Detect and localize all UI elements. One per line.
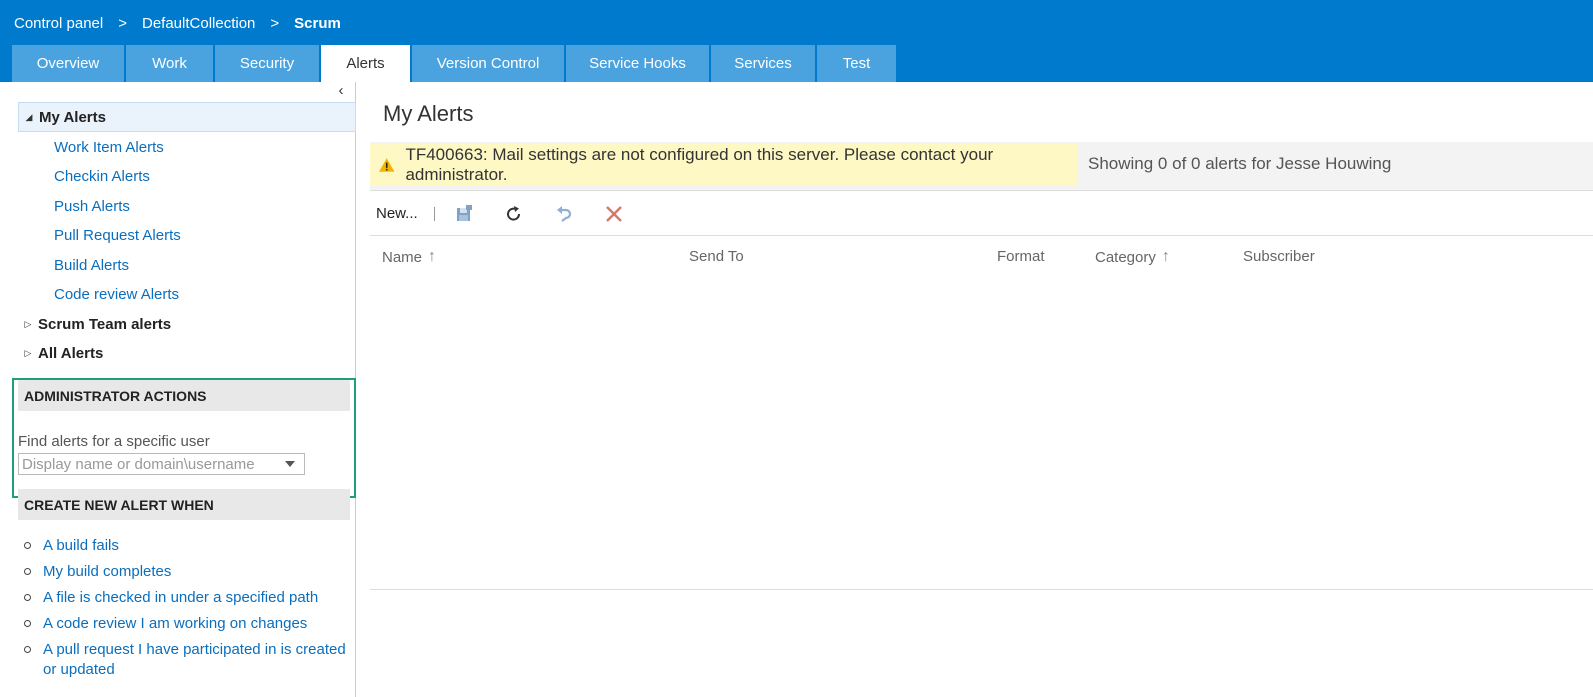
undo-icon[interactable]	[553, 203, 575, 225]
column-name[interactable]: Name ↑	[382, 248, 436, 266]
create-alert-build-completes[interactable]: My build completes	[24, 562, 354, 582]
column-send-to[interactable]: Send To	[689, 248, 744, 265]
tree-node-label: My Alerts	[39, 108, 106, 126]
tree-node-my-alerts[interactable]: ◢ My Alerts	[18, 102, 356, 132]
tab-alerts[interactable]: Alerts	[321, 45, 410, 82]
alerts-count-text: Showing 0 of 0 alerts for Jesse Houwing	[1088, 154, 1392, 173]
create-alert-build-fails[interactable]: A build fails	[24, 536, 354, 556]
expanded-triangle-icon[interactable]: ◢	[19, 112, 39, 123]
collapsed-triangle-icon[interactable]: ▷	[18, 348, 38, 359]
tree-item-build-alerts[interactable]: Build Alerts	[54, 250, 129, 280]
create-alert-code-review-changes[interactable]: A code review I am working on changes	[24, 614, 354, 634]
alerts-grid-body	[370, 276, 1593, 590]
create-alert-pull-request[interactable]: A pull request I have participated in is…	[24, 640, 354, 680]
create-alert-file-checked-in[interactable]: A file is checked in under a specified p…	[24, 588, 354, 608]
tree-item-push-alerts[interactable]: Push Alerts	[54, 191, 130, 221]
main-content: My Alerts TF400663: Mail settings are no…	[357, 82, 1593, 697]
left-pane: ‹ ◢ My Alerts Work Item Alerts Checkin A…	[0, 82, 356, 697]
tree-node-scrum-team-alerts[interactable]: ▷ Scrum Team alerts	[18, 309, 356, 339]
warning-icon	[378, 158, 395, 172]
admin-tabs: Overview Work Security Alerts Version Co…	[12, 45, 898, 82]
alerts-grid-header: Name ↑ Send To Format Category ↑ Subscri…	[370, 236, 1593, 276]
user-search-input[interactable]	[19, 455, 277, 473]
sort-ascending-icon: ↑	[1161, 248, 1170, 265]
column-category[interactable]: Category ↑	[1095, 248, 1170, 266]
tab-test[interactable]: Test	[817, 45, 896, 82]
breadcrumb-separator: >	[270, 14, 280, 32]
column-subscriber[interactable]: Subscriber	[1243, 248, 1315, 265]
app-header: Control panel > DefaultCollection > Scru…	[0, 0, 1593, 82]
warning-text: TF400663: Mail settings are not configur…	[405, 145, 994, 184]
tree-item-checkin-alerts[interactable]: Checkin Alerts	[54, 161, 150, 191]
tab-service-hooks[interactable]: Service Hooks	[566, 45, 709, 82]
bullet-icon	[24, 620, 31, 627]
tab-work[interactable]: Work	[126, 45, 213, 82]
breadcrumb-control-panel[interactable]: Control panel	[14, 15, 103, 32]
toolbar-divider	[433, 206, 435, 221]
administrator-actions-heading: ADMINISTRATOR ACTIONS	[18, 380, 350, 411]
tree-item-pull-request-alerts[interactable]: Pull Request Alerts	[54, 220, 181, 250]
create-alert-list: A build fails My build completes A file …	[24, 536, 354, 686]
sort-ascending-icon: ↑	[428, 248, 437, 265]
tree-item-work-item-alerts[interactable]: Work Item Alerts	[54, 132, 164, 162]
mail-warning: TF400663: Mail settings are not configur…	[370, 144, 1078, 186]
collapse-pane-icon[interactable]: ‹	[333, 83, 349, 99]
bullet-icon	[24, 542, 31, 549]
refresh-icon[interactable]	[503, 203, 525, 225]
alerts-toolbar: New...	[370, 192, 1593, 236]
breadcrumb: Control panel > DefaultCollection > Scru…	[14, 13, 341, 33]
message-bar: TF400663: Mail settings are not configur…	[370, 142, 1593, 191]
bullet-icon	[24, 594, 31, 601]
breadcrumb-separator: >	[118, 14, 127, 32]
tab-security[interactable]: Security	[215, 45, 319, 82]
breadcrumb-collection[interactable]: DefaultCollection	[142, 15, 255, 32]
new-alert-button[interactable]: New...	[376, 205, 418, 222]
create-alert-heading: CREATE NEW ALERT WHEN	[18, 489, 350, 520]
tab-version-control[interactable]: Version Control	[412, 45, 564, 82]
dropdown-arrow-icon[interactable]	[277, 454, 303, 474]
bullet-icon	[24, 568, 31, 575]
tree-node-all-alerts[interactable]: ▷ All Alerts	[18, 338, 356, 368]
find-user-label: Find alerts for a specific user	[18, 433, 210, 450]
page-title: My Alerts	[383, 101, 474, 126]
user-search-combo[interactable]	[18, 453, 305, 475]
tab-overview[interactable]: Overview	[12, 45, 124, 82]
tree-node-label: All Alerts	[38, 344, 104, 362]
bullet-icon	[24, 646, 31, 653]
delete-icon[interactable]	[603, 203, 625, 225]
tree-item-code-review-alerts[interactable]: Code review Alerts	[54, 279, 179, 309]
breadcrumb-project: Scrum	[294, 14, 341, 32]
save-icon[interactable]	[453, 203, 475, 225]
collapsed-triangle-icon[interactable]: ▷	[18, 319, 38, 330]
tree-node-label: Scrum Team alerts	[38, 315, 172, 333]
column-format[interactable]: Format	[997, 248, 1045, 265]
tab-services[interactable]: Services	[711, 45, 815, 82]
